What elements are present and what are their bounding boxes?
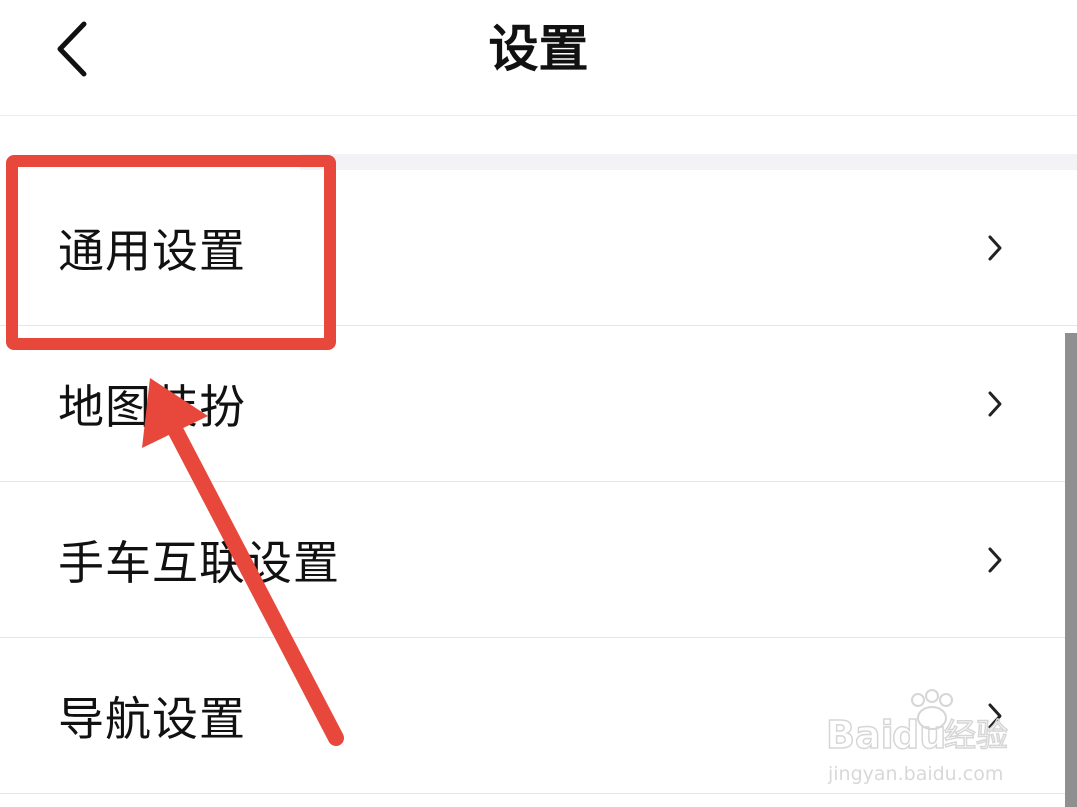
chevron-right-icon: [988, 703, 1002, 728]
settings-item-phone-car-link[interactable]: 手车互联设置: [0, 482, 1077, 638]
chevron-right-icon: [988, 391, 1002, 416]
scrollbar[interactable]: [1065, 333, 1077, 807]
settings-item-general[interactable]: 通用设置: [0, 170, 1077, 326]
settings-item-label: 通用设置: [58, 223, 246, 278]
settings-item-label: 手车互联设置: [58, 535, 340, 590]
settings-item-label: 导航设置: [58, 691, 246, 746]
chevron-right-icon: [988, 547, 1002, 572]
chevron-right-icon: [988, 235, 1002, 260]
top-bar: 设置: [0, 0, 1077, 116]
settings-item-navigation[interactable]: 导航设置: [0, 638, 1077, 794]
settings-item-map-skin[interactable]: 地图装扮: [0, 326, 1077, 482]
settings-list: 通用设置 地图装扮 手车互联设置 导航设置: [0, 170, 1077, 794]
section-gap: [0, 116, 1077, 170]
page-title: 设置: [488, 20, 589, 78]
settings-item-label: 地图装扮: [58, 379, 246, 434]
section-divider: [300, 154, 1077, 170]
